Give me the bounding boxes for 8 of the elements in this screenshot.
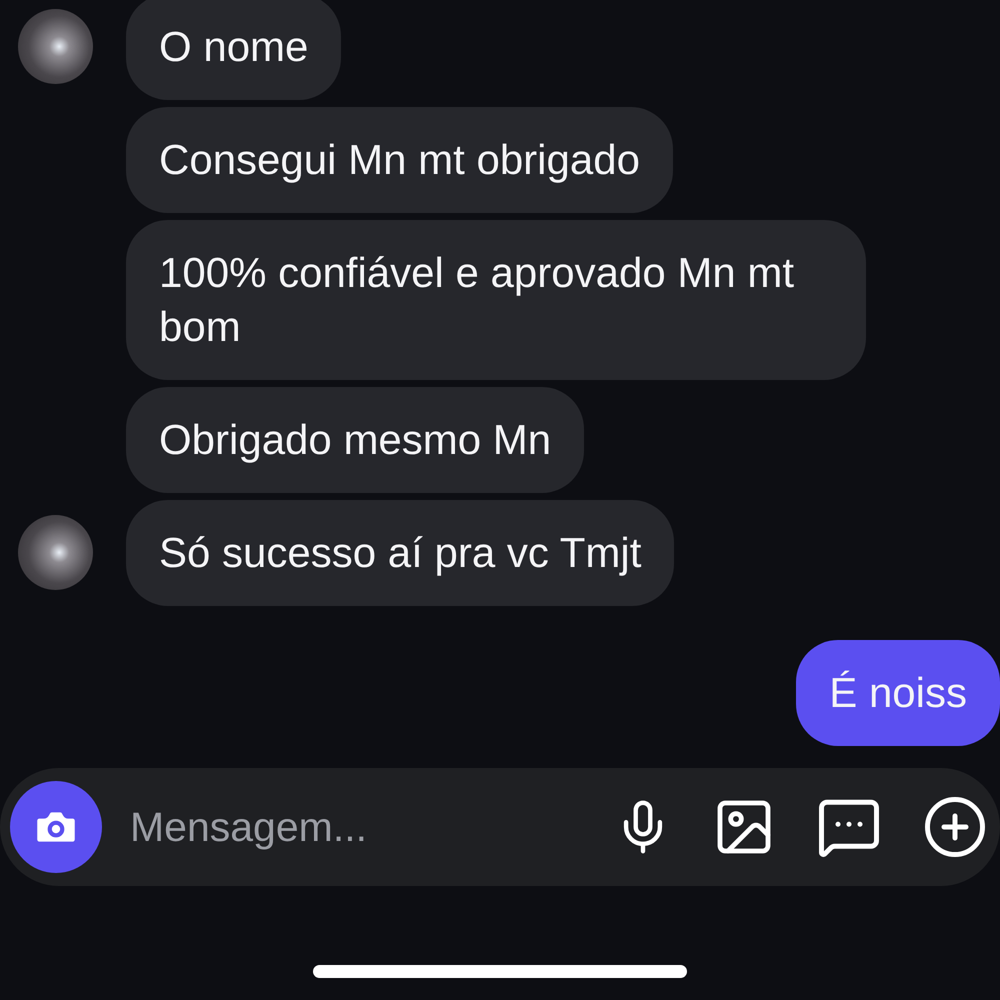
received-message: Só sucesso aí pra vc Tmjt [126,500,674,606]
received-message: O nome [126,0,342,100]
received-message: 100% confiável e aprovado Mn mt bom [126,220,866,380]
plus-icon[interactable] [922,794,988,860]
sent-message: É noiss [796,640,1000,746]
message-field[interactable]: Mensagem... [128,797,568,857]
received-message: Consegui Mn mt obrigado [126,107,673,213]
received-message: Obrigado mesmo Mn [126,387,584,493]
